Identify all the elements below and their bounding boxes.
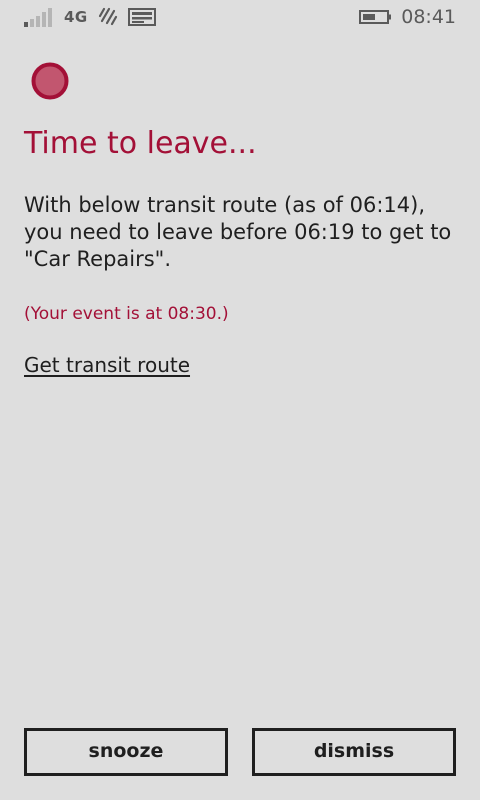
- status-bar: 4G 08:41: [0, 0, 480, 34]
- status-right-group: 08:41: [359, 6, 456, 28]
- get-transit-route-link[interactable]: Get transit route: [24, 351, 190, 379]
- reminder-message: With below transit route (as of 06:14), …: [24, 193, 452, 271]
- data-sense-icon: [98, 7, 118, 27]
- signal-strength-icon: [24, 7, 54, 27]
- event-time-note: (Your event is at 08:30.): [24, 304, 229, 324]
- reminder-bell-icon: [31, 62, 69, 100]
- reminder-screen: 4G 08:41 Time to leave... With below tra…: [0, 0, 480, 800]
- dismiss-button[interactable]: dismiss: [252, 728, 456, 776]
- network-type-label: 4G: [64, 8, 88, 26]
- status-clock: 08:41: [401, 6, 456, 28]
- battery-icon: [359, 9, 393, 25]
- message-notification-icon: [127, 8, 156, 26]
- reminder-title: Time to leave...: [24, 126, 257, 161]
- snooze-button[interactable]: snooze: [24, 728, 228, 776]
- status-left-group: 4G: [24, 7, 156, 27]
